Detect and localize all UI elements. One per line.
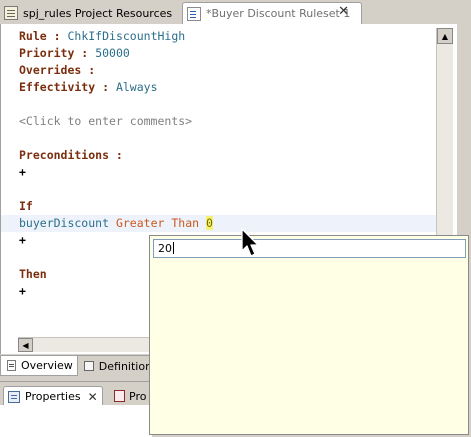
scroll-up-arrow-icon[interactable]: ▲ <box>437 28 453 44</box>
priority-label: Priority : <box>19 46 89 60</box>
tab-properties[interactable]: Properties ✕ <box>3 386 103 406</box>
mouse-cursor-icon <box>241 228 259 257</box>
preconditions-label: Preconditions : <box>19 148 123 162</box>
scroll-left-arrow-icon[interactable]: ◀ <box>18 338 33 352</box>
add-precondition-button[interactable]: + <box>19 164 213 181</box>
tab-buyer-discount-ruleset[interactable]: *Buyer Discount Ruleset 1 ✕ <box>182 2 362 24</box>
properties-tab-bar: Properties ✕ Pro <box>0 381 152 406</box>
rule-label: Rule : <box>19 29 61 43</box>
condition-line: buyerDiscount Greater Than 0 <box>19 215 213 232</box>
tab-project-resources-label: spj_rules Project Resources <box>23 6 173 20</box>
effectivity-line: Effectivity : Always <box>19 79 213 96</box>
condition-attribute[interactable]: buyerDiscount <box>19 216 109 230</box>
value-input[interactable]: 20 <box>153 239 466 258</box>
tab-problems-label: Pro <box>129 389 147 403</box>
comments-placeholder[interactable]: <Click to enter comments> <box>19 113 213 130</box>
value-entry-popup: 20 <box>149 235 469 435</box>
priority-line: Priority : 50000 <box>19 45 213 62</box>
editor-page-tabs: Overview Definitions <box>0 355 158 377</box>
overrides-line: Overrides : <box>19 62 213 79</box>
effectivity-label: Effectivity : <box>19 80 110 94</box>
if-label: If <box>19 199 33 213</box>
editor-tab-bar: spj_rules Project Resources *Buyer Disco… <box>0 0 471 24</box>
rule-name-value[interactable]: ChkIfDiscountHigh <box>67 29 185 43</box>
problems-icon <box>114 390 125 402</box>
ruleset-icon <box>187 6 201 21</box>
tab-problems[interactable]: Pro <box>114 386 146 406</box>
overrides-label: Overrides : <box>19 63 96 77</box>
close-icon[interactable]: ✕ <box>338 4 349 19</box>
tab-buyer-discount-ruleset-label: *Buyer Discount Ruleset 1 <box>206 7 351 20</box>
properties-icon <box>8 390 20 403</box>
value-input-text: 20 <box>158 242 172 255</box>
properties-view <box>0 405 152 437</box>
close-icon[interactable]: ✕ <box>88 390 98 404</box>
definitions-icon <box>83 361 94 371</box>
tab-overview[interactable]: Overview <box>0 356 78 376</box>
tab-properties-label: Properties <box>25 390 81 403</box>
effectivity-value[interactable]: Always <box>116 80 158 94</box>
condition-value[interactable]: 0 <box>205 216 213 230</box>
priority-value[interactable]: 50000 <box>95 46 130 60</box>
project-resources-icon <box>4 6 18 20</box>
tab-overview-label: Overview <box>21 359 73 372</box>
document-icon <box>7 360 16 371</box>
text-caret <box>173 242 174 254</box>
horizontal-scrollbar[interactable]: ◀ <box>18 337 150 352</box>
tab-project-resources[interactable]: spj_rules Project Resources <box>0 2 180 24</box>
condition-operator[interactable]: Greater Than <box>116 216 199 230</box>
rule-line: Rule : ChkIfDiscountHigh <box>19 28 213 45</box>
